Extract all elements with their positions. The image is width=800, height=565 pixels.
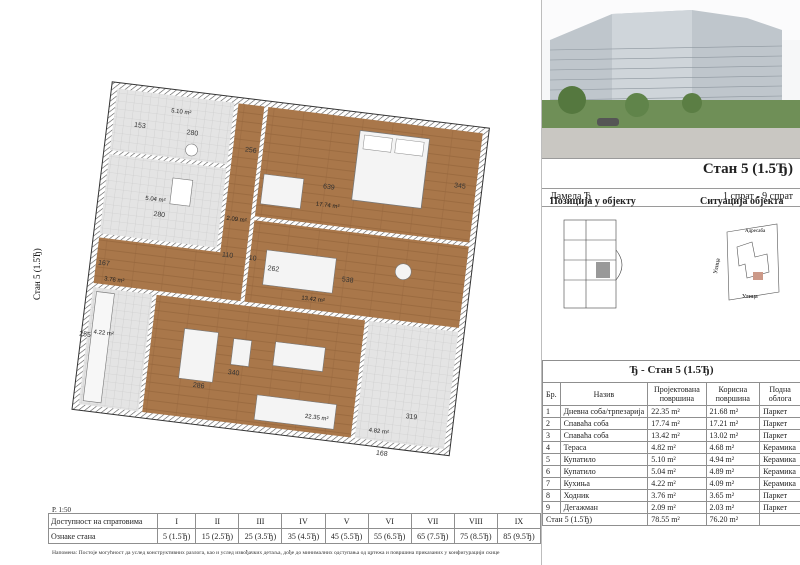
table-row: 7 Кухиња 4.22 m² 4.09 m² Керамика <box>542 477 800 490</box>
dim-255: 255 <box>79 331 92 339</box>
table-row: 6 Купатило 5.04 m² 4.89 m² Керамика <box>542 465 800 478</box>
table-row: 2 Спаваћа соба 17.74 m² 17.21 m² Паркет <box>542 417 800 430</box>
table-row: 4 Тераса 4.82 m² 4.68 m² Керамика <box>542 441 800 454</box>
table-row: 1 Дневна соба/трпезарија 22.35 m² 21.68 m² П… <box>542 405 800 418</box>
apartment-title: Стан 5 (1.5Ђ) <box>702 161 793 177</box>
dim-286: 286 <box>192 382 205 390</box>
situation-title: Ситуација објекта <box>700 196 784 207</box>
dim-153: 153 <box>134 122 147 130</box>
position-key-plan <box>563 219 623 309</box>
disclaimer-note: Напомена: Постоје могућност да услед кон… <box>52 550 500 556</box>
dim-345: 345 <box>454 182 467 190</box>
situation-street-label-2: Улица <box>742 294 758 300</box>
dim-538: 538 <box>341 276 354 284</box>
table-total-row: Стан 5 (1.5Ђ) 78.55 m² 76.20 m² <box>541 513 800 526</box>
dim-340: 340 <box>227 369 240 377</box>
dim-110: 110 <box>222 252 234 260</box>
table-row: 5 Купатило 5.10 m² 4.94 m² Керамика <box>542 453 800 466</box>
situation-block-label: Адресаба <box>745 229 766 234</box>
floor-row-label: Доступност на спратовима <box>48 513 158 529</box>
col-header-floor: Подна облога <box>759 382 800 406</box>
dim-262: 262 <box>267 265 280 273</box>
dim-319: 319 <box>405 413 418 421</box>
right-panel: Стан 5 (1.5Ђ) Ламела Ђ 1 спрат - 9 спрат… <box>541 0 800 565</box>
dim-256: 256 <box>244 147 257 155</box>
position-title: Позиција у објекту <box>550 196 636 207</box>
dim-639: 639 <box>323 183 336 191</box>
apartment-marker <box>596 262 610 278</box>
plan-side-label: Стан 5 (1.5Ђ) <box>32 248 42 300</box>
dim-168: 168 <box>376 450 389 458</box>
table-row: 8 Ходник 3.76 m² 3.65 m² Паркет <box>542 489 800 502</box>
floor-plan: 5.10 m² 5.04 m² 2.09 m² 17.74 m² 13.42 m… <box>32 81 490 458</box>
col-header-name: Назив <box>559 382 649 406</box>
table-row: 9 Дегажман 2.09 m² 2.03 m² Паркет <box>542 501 800 514</box>
dim-280a: 280 <box>186 129 199 137</box>
col-header-useful: Корисна површина <box>705 382 761 406</box>
area-table: Ђ - Стан 5 (1.5Ђ) Бр. Назив Пројектована… <box>541 360 800 526</box>
building-photo <box>542 0 800 158</box>
mark-row-label: Ознаке стана <box>48 528 158 544</box>
building-marker <box>753 272 763 280</box>
situation-street-label-1: Улица <box>713 258 722 275</box>
table-row: 3 Спаваћа соба 13.42 m² 13.02 m² Паркет <box>542 429 800 442</box>
col-header-projected: Пројектована површина <box>647 382 707 406</box>
dim-10: 10 <box>248 255 257 263</box>
col-header-no: Бр. <box>542 382 561 406</box>
situation-map: Адресаба Улица Улица <box>713 223 780 301</box>
floor-availability-table: Доступност на спратовима I II III IV V V… <box>48 513 542 544</box>
dim-167: 167 <box>98 259 111 267</box>
area-table-caption: Ђ - Стан 5 (1.5Ђ) <box>542 360 800 383</box>
dim-280b: 280 <box>153 211 166 219</box>
